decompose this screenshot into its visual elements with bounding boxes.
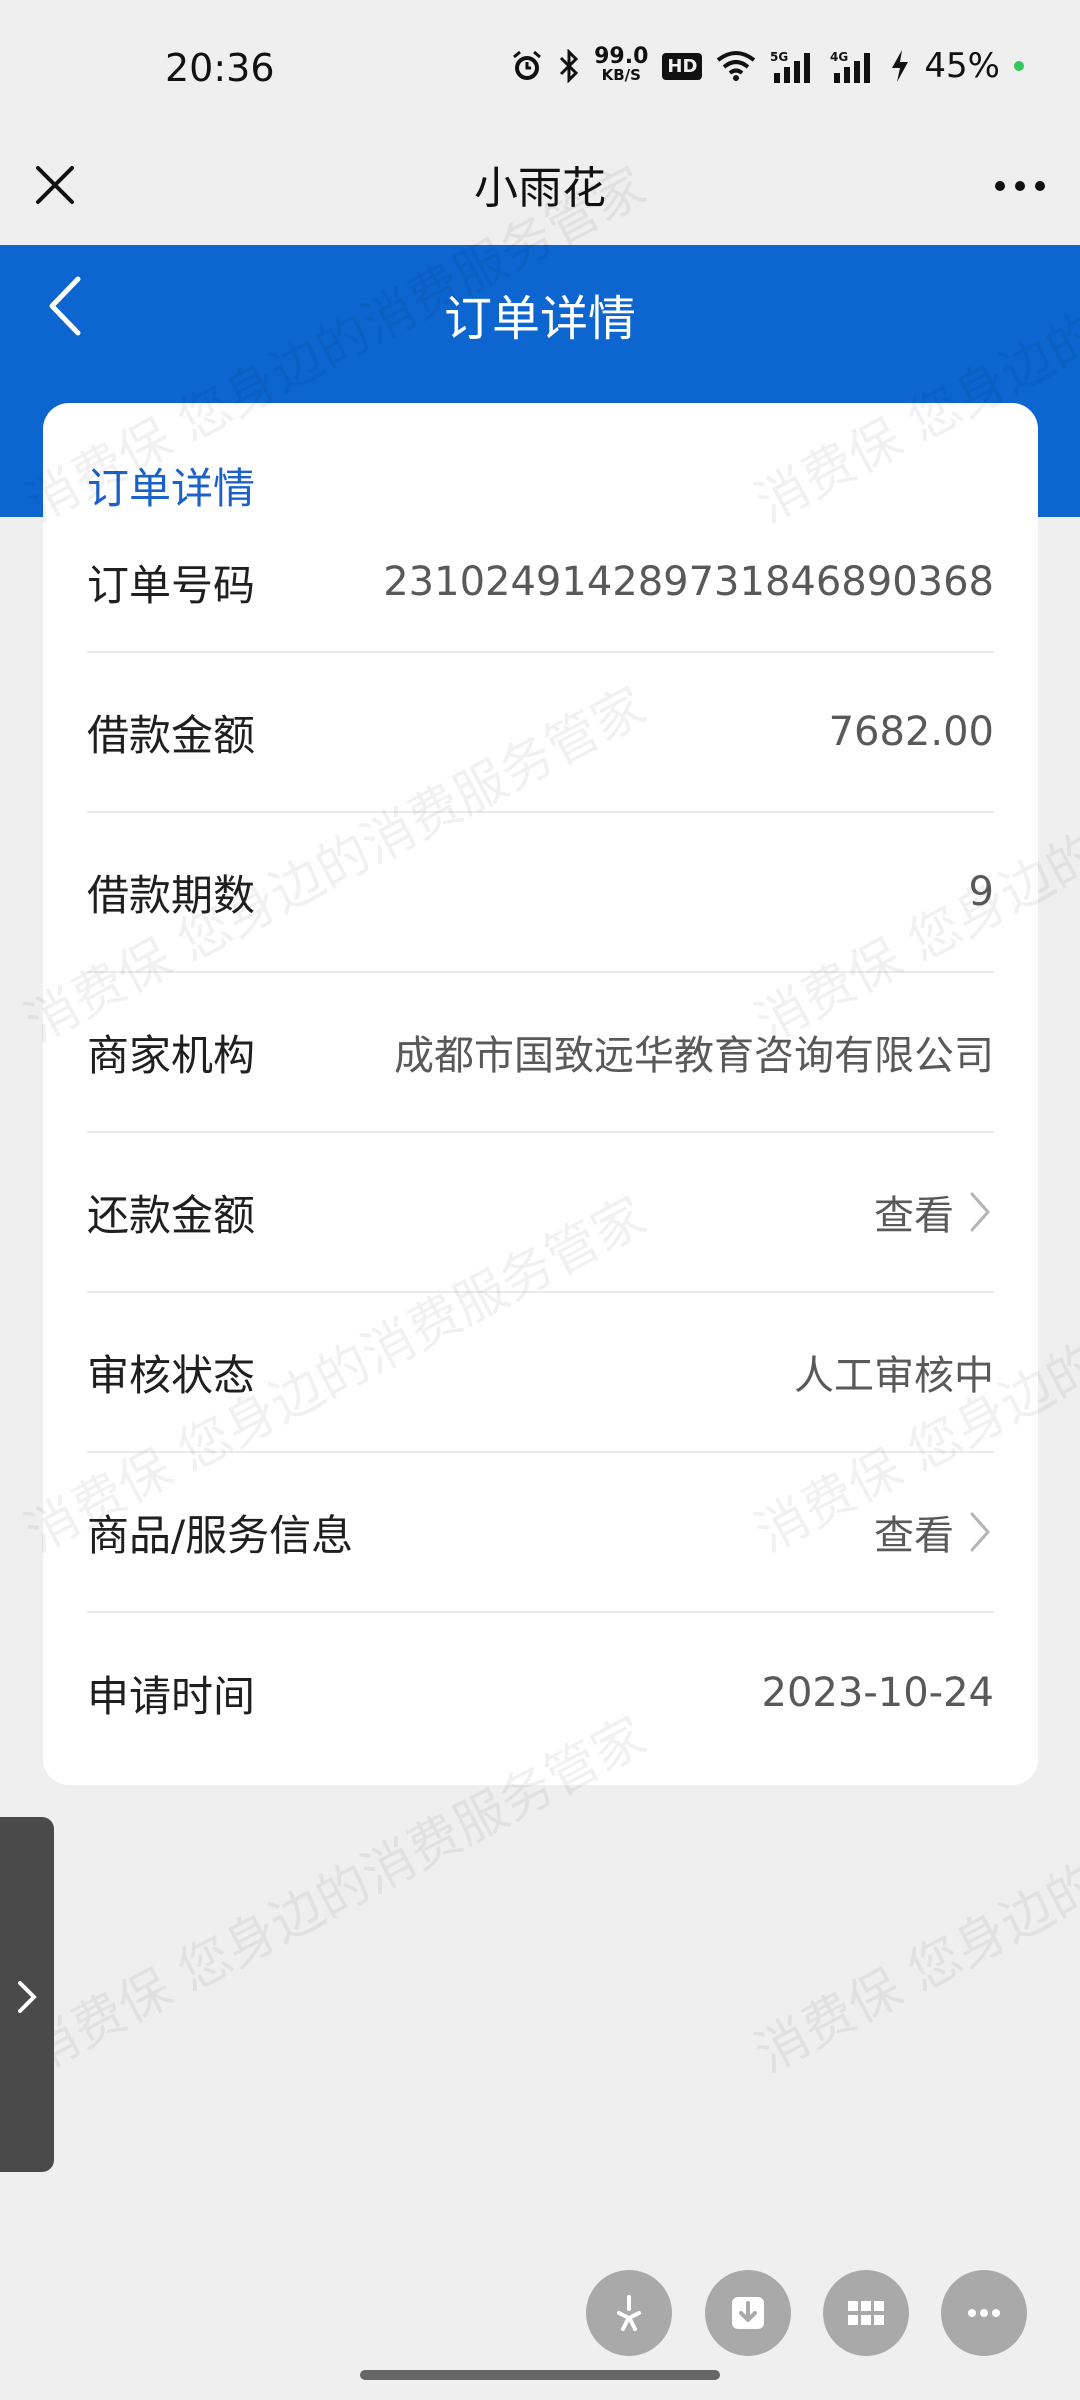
charging-icon [890, 49, 910, 83]
svg-text:4G: 4G [830, 50, 848, 64]
row-merchant: 商家机构 成都市国致远华教育咨询有限公司 [87, 973, 994, 1133]
grid-icon [848, 2301, 884, 2325]
spark-button[interactable] [586, 2270, 672, 2356]
order-detail-list: 订单号码 231024914289731846890368 借款金额 7682.… [87, 513, 994, 1773]
svg-text:5G: 5G [770, 50, 788, 64]
bluetooth-icon [558, 49, 580, 83]
home-indicator[interactable] [360, 2370, 720, 2380]
battery-percent: 45% [924, 46, 1000, 86]
row-application-date: 申请时间 2023-10-24 [87, 1613, 994, 1773]
wifi-icon [716, 50, 756, 82]
net-speed: 99.0 KB/S [594, 44, 649, 85]
signal-5g-icon: 5G [770, 49, 816, 83]
download-icon [732, 2297, 764, 2329]
row-label: 订单号码 [87, 560, 256, 610]
mini-program-nav: 小雨花 [0, 140, 1080, 245]
row-label: 借款期数 [87, 870, 256, 920]
download-button[interactable] [705, 2270, 791, 2356]
chevron-right-icon [970, 1192, 991, 1232]
view-repayment-link[interactable]: 查看 [874, 1183, 994, 1241]
side-drawer-handle[interactable] [0, 1817, 54, 2172]
chevron-right-icon [970, 1512, 991, 1552]
row-label: 商家机构 [87, 1030, 256, 1080]
more-button[interactable] [990, 166, 1050, 206]
grid-apps-button[interactable] [823, 2270, 909, 2356]
status-icons: 99.0 KB/S HD 5G 4G 45% [510, 46, 1024, 86]
row-value: 7682.00 [828, 709, 994, 755]
status-time: 20:36 [165, 46, 275, 90]
hd-icon: HD [662, 52, 703, 80]
more-dots-icon [968, 2309, 1000, 2317]
alarm-icon [510, 49, 544, 83]
spark-icon [617, 2295, 641, 2331]
card-section-title: 订单详情 [87, 464, 256, 513]
status-value: 人工审核中 [794, 1353, 994, 1399]
row-label: 还款金额 [87, 1190, 256, 1240]
mini-program-title: 小雨花 [474, 163, 606, 214]
net-speed-unit: KB/S [601, 66, 641, 84]
row-repayment-amount[interactable]: 还款金额 查看 [87, 1133, 994, 1293]
view-product-link[interactable]: 查看 [874, 1503, 994, 1561]
row-loan-amount: 借款金额 7682.00 [87, 653, 994, 813]
net-speed-value: 99.0 [594, 44, 649, 69]
row-label: 审核状态 [87, 1350, 256, 1400]
chevron-right-icon [18, 1981, 37, 2013]
row-label: 申请时间 [87, 1671, 256, 1721]
privacy-indicator-dot [1014, 61, 1024, 71]
row-value: 成都市国致远华教育咨询有限公司 [394, 1033, 994, 1079]
row-label: 商品/服务信息 [87, 1510, 354, 1560]
more-options-button[interactable] [941, 2270, 1027, 2356]
row-review-status: 审核状态 人工审核中 [87, 1293, 994, 1453]
view-link-label: 查看 [874, 1513, 954, 1559]
view-link-label: 查看 [874, 1193, 954, 1239]
row-value: 231024914289731846890368 [383, 559, 994, 605]
row-value: 2023-10-24 [761, 1670, 994, 1716]
row-value: 9 [968, 869, 994, 915]
more-dots-icon [995, 181, 1045, 191]
signal-4g-icon: 4G [830, 49, 876, 83]
hd-badge: HD [662, 52, 703, 80]
status-bar: 20:36 99.0 KB/S HD 5G 4G 45% [0, 0, 1080, 140]
order-detail-card: 订单详情 订单号码 231024914289731846890368 借款金额 … [43, 403, 1038, 1785]
page-title: 订单详情 [443, 291, 636, 347]
row-product-service-info[interactable]: 商品/服务信息 查看 [87, 1453, 994, 1613]
row-loan-periods: 借款期数 9 [87, 813, 994, 973]
row-label: 借款金额 [87, 710, 256, 760]
row-order-number: 订单号码 231024914289731846890368 [87, 513, 994, 653]
